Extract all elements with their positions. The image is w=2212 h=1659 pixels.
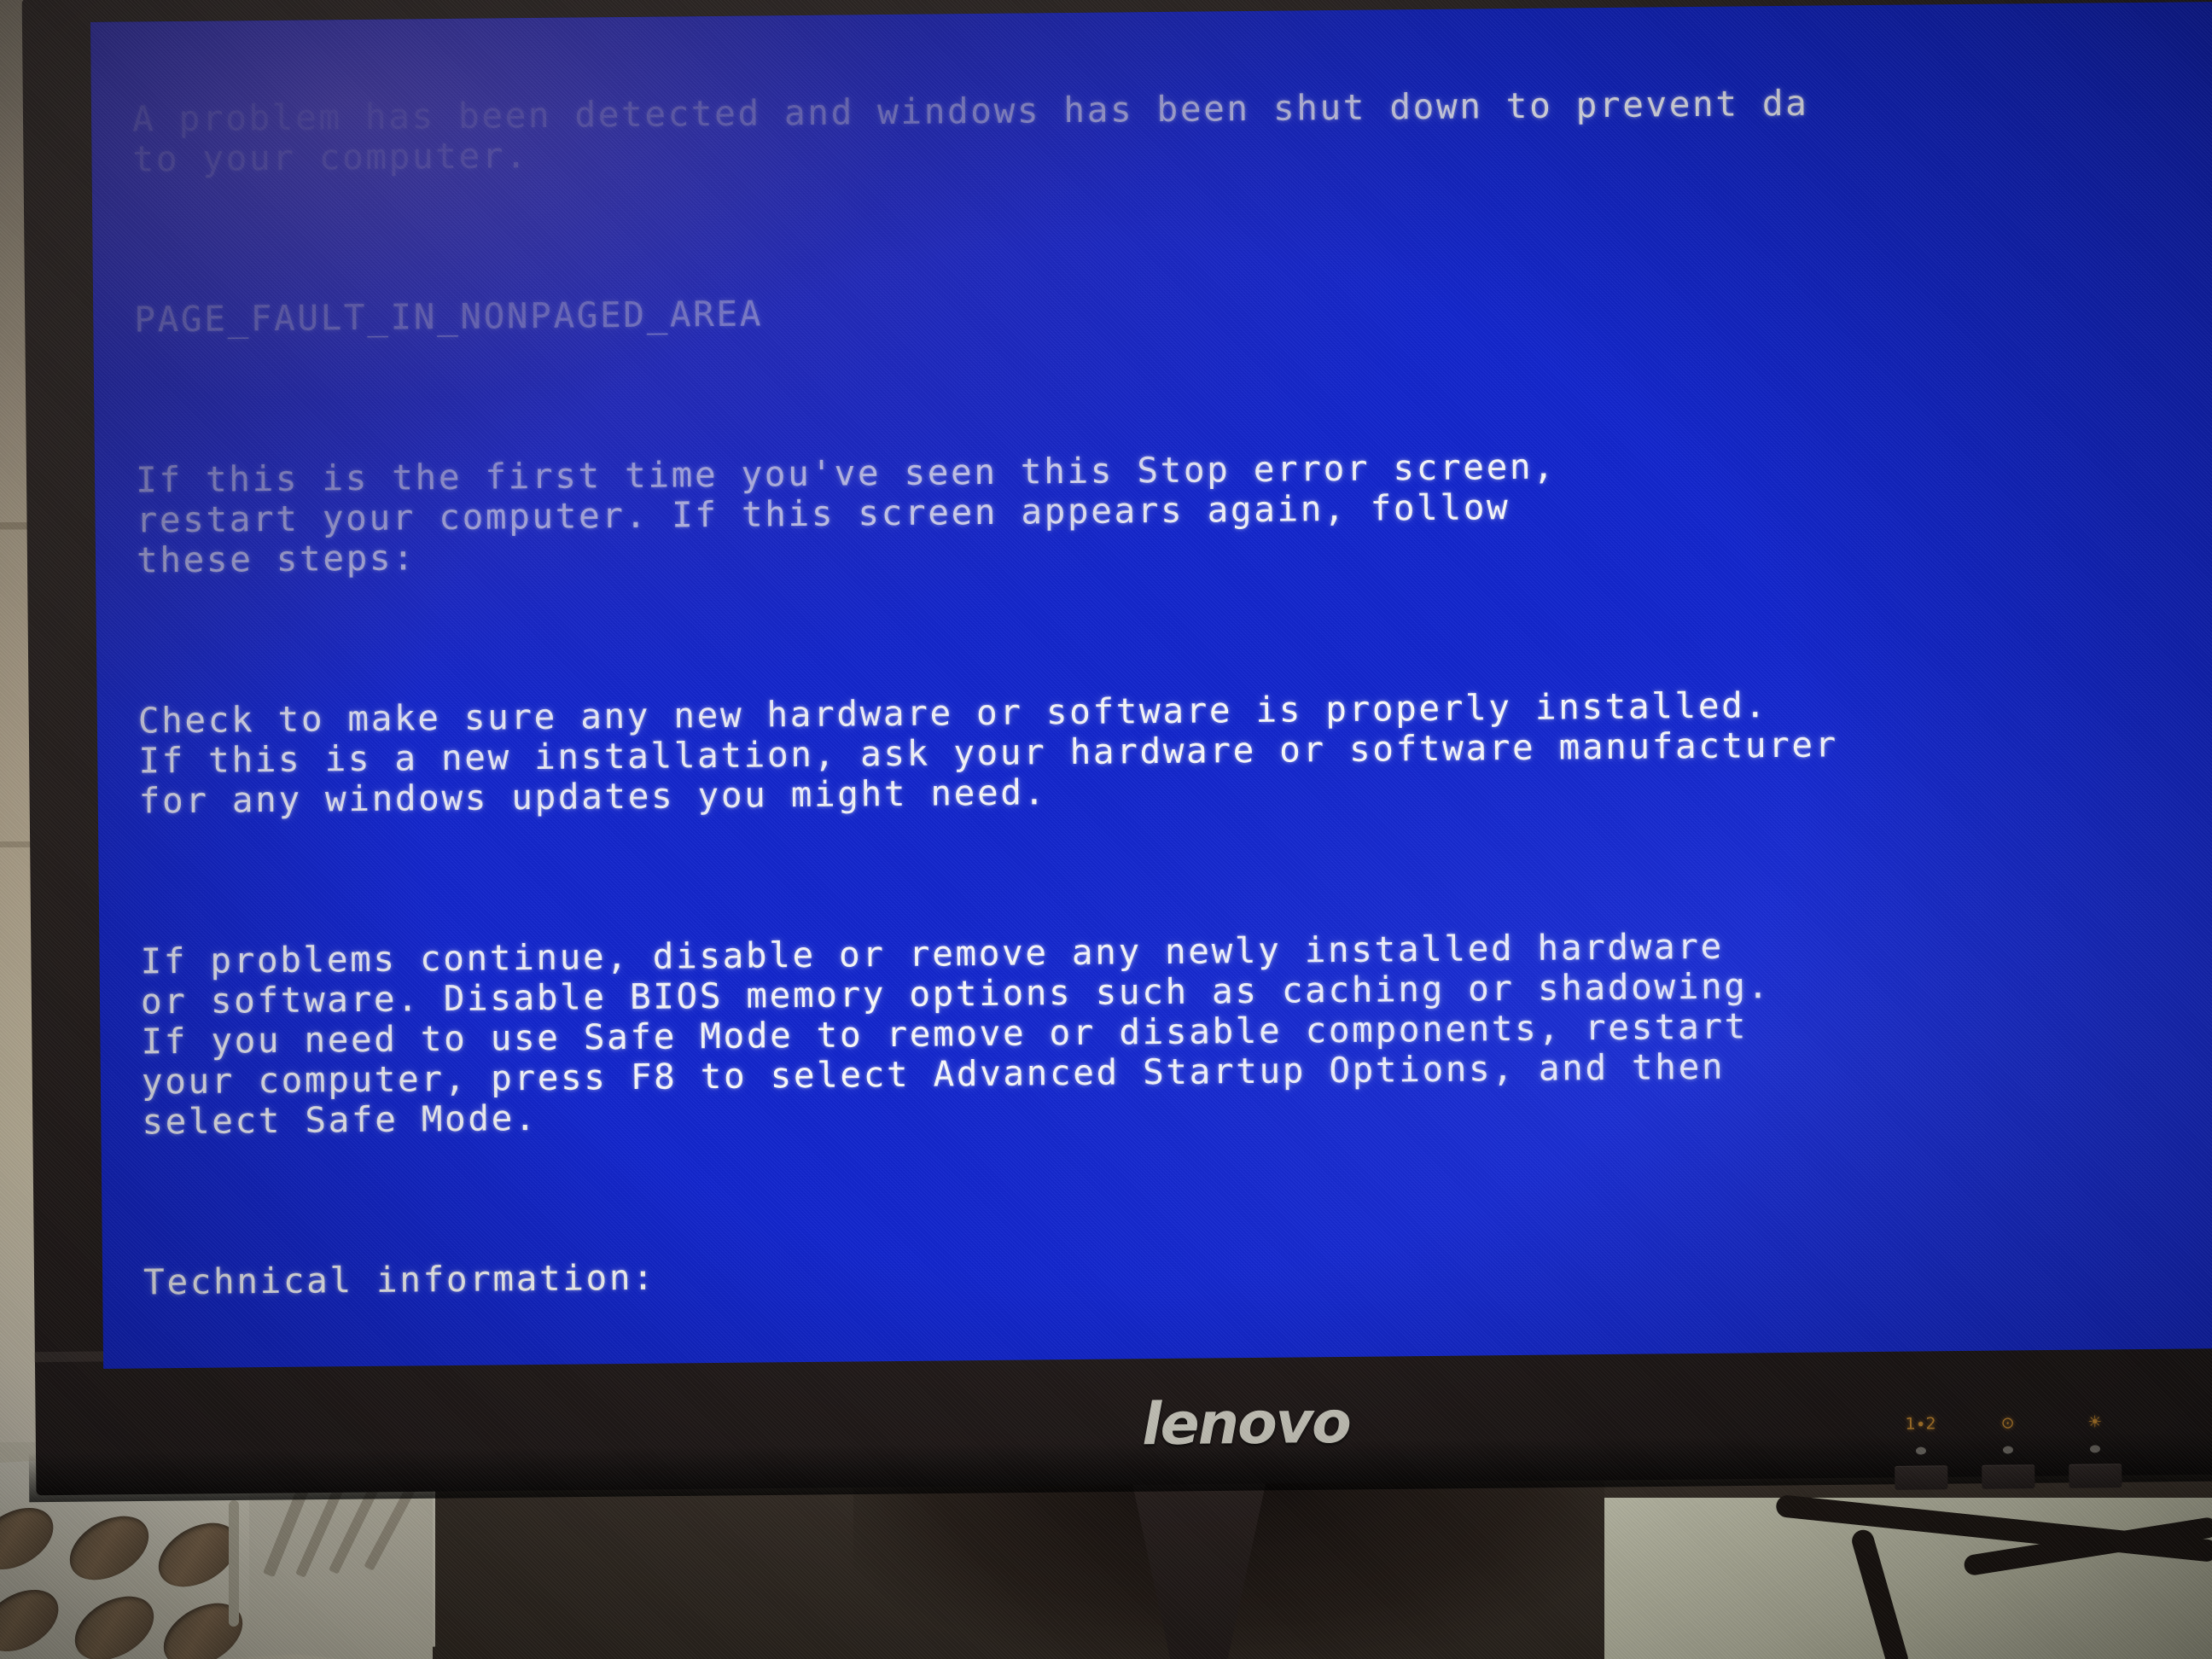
button-cap[interactable]	[1895, 1465, 1948, 1490]
button-indicator	[2002, 1446, 2014, 1454]
brightness-icon: ☀	[2087, 1412, 2103, 1432]
button-indicator	[2089, 1445, 2101, 1453]
input-source-button[interactable]: 1∙2	[1892, 1409, 1949, 1492]
menu-button[interactable]: ⊙	[1979, 1408, 2036, 1491]
button-cap[interactable]	[2069, 1464, 2122, 1488]
bsod-error-code: PAGE_FAULT_IN_NONPAGED_AREA	[134, 293, 764, 341]
bsod-first-time: If this is the first time you've seen th…	[135, 445, 1557, 581]
lenovo-logo-text: lenovo	[1141, 1388, 1351, 1458]
monitor-osd-controls[interactable]: 1∙2 ⊙ ☀	[1892, 1406, 2202, 1495]
button-cap[interactable]	[1982, 1464, 2035, 1489]
bsod-troubleshoot: If problems continue, disable or remove …	[140, 925, 1772, 1143]
lenovo-logo: lenovo	[1101, 1382, 1392, 1464]
input-source-icon: 1∙2	[1905, 1414, 1936, 1434]
button-indicator	[1915, 1447, 1927, 1455]
bsod-intro: A problem has been detected and windows …	[131, 82, 1809, 180]
photo-scene: A problem has been detected and windows …	[0, 0, 2212, 1659]
bsod-check-hardware: Check to make sure any new hardware or s…	[137, 684, 1839, 822]
menu-icon: ⊙	[2000, 1413, 2015, 1433]
brightness-button[interactable]: ☀	[2066, 1407, 2123, 1490]
monitor-screen: A problem has been detected and windows …	[90, 2, 2212, 1369]
crate-slot	[229, 1499, 239, 1627]
bsod-technical-heading: Technical information:	[143, 1256, 656, 1303]
bsod-content: A problem has been detected and windows …	[90, 2, 2212, 1369]
